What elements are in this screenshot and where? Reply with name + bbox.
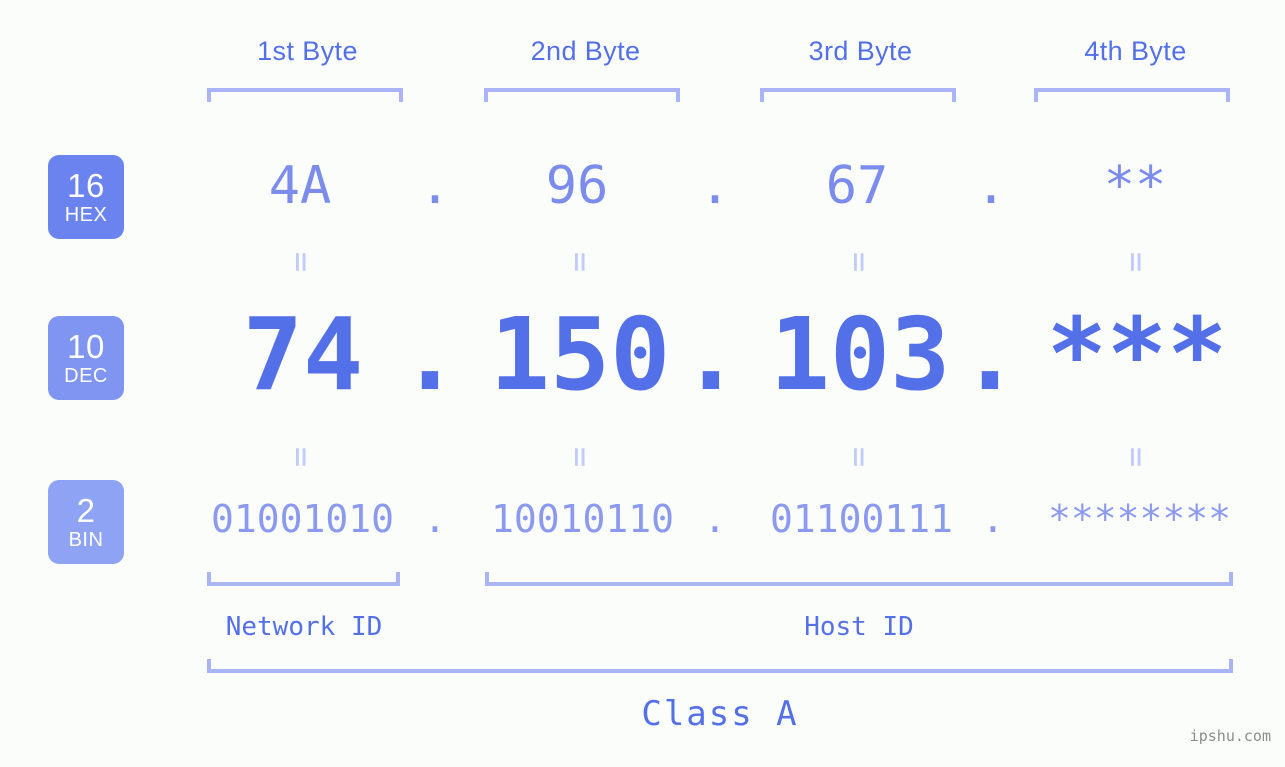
equals-dec-bin-2: = bbox=[560, 446, 600, 468]
equals-dec-bin-1: = bbox=[281, 446, 321, 468]
hex-separator-1: . bbox=[419, 156, 451, 216]
bin-byte-3: 01100111 bbox=[769, 497, 954, 541]
hex-byte-3: 67 bbox=[825, 156, 889, 216]
bin-byte-2: 10010110 bbox=[490, 497, 675, 541]
byte-bracket-2 bbox=[484, 88, 680, 102]
bin-byte-4: ******** bbox=[1047, 497, 1232, 541]
byte-bracket-3 bbox=[760, 88, 956, 102]
hex-byte-2: 96 bbox=[545, 156, 609, 216]
dec-byte-2: 150 bbox=[489, 296, 671, 413]
equals-hex-dec-3: = bbox=[839, 251, 879, 273]
byte-header-1: 1st Byte bbox=[257, 36, 358, 66]
network-id-label: Network ID bbox=[225, 612, 383, 642]
dec-separator-1: . bbox=[399, 296, 461, 413]
equals-dec-bin-3: = bbox=[839, 446, 879, 468]
bin-separator-2: . bbox=[703, 497, 727, 541]
bin-byte-1: 01001010 bbox=[210, 497, 395, 541]
dec-byte-4: *** bbox=[1046, 296, 1228, 413]
equals-hex-dec-4: = bbox=[1116, 251, 1156, 273]
dec-row: 74 . 150 . 103 . *** bbox=[0, 305, 1285, 420]
equals-dec-bin-4: = bbox=[1116, 446, 1156, 468]
hex-row: 4A . 96 . 67 . ** bbox=[0, 160, 1285, 220]
equals-hex-dec-2: = bbox=[560, 251, 600, 273]
class-bracket bbox=[207, 659, 1233, 673]
hex-separator-2: . bbox=[699, 156, 731, 216]
dec-byte-3: 103 bbox=[769, 296, 951, 413]
site-watermark: ipshu.com bbox=[1189, 727, 1271, 745]
network-id-bracket bbox=[207, 572, 400, 586]
bin-separator-1: . bbox=[423, 497, 447, 541]
hex-separator-3: . bbox=[975, 156, 1007, 216]
equals-hex-dec-1: = bbox=[281, 251, 321, 273]
bin-row: 01001010 . 10010110 . 01100111 . *******… bbox=[0, 500, 1285, 545]
byte-header-2: 2nd Byte bbox=[530, 36, 641, 66]
hex-byte-4: ** bbox=[1103, 156, 1167, 216]
dec-byte-1: 74 bbox=[242, 296, 364, 413]
byte-bracket-4 bbox=[1034, 88, 1230, 102]
host-id-label: Host ID bbox=[804, 612, 914, 642]
byte-header-3: 3rd Byte bbox=[808, 36, 913, 66]
class-label: Class A bbox=[641, 694, 799, 734]
byte-header-4: 4th Byte bbox=[1084, 36, 1187, 66]
dec-separator-3: . bbox=[959, 296, 1021, 413]
hex-byte-1: 4A bbox=[268, 156, 332, 216]
bin-separator-3: . bbox=[981, 497, 1005, 541]
dec-separator-2: . bbox=[680, 296, 742, 413]
byte-bracket-1 bbox=[207, 88, 403, 102]
host-id-bracket bbox=[485, 572, 1233, 586]
ip-breakdown-diagram: 1st Byte 2nd Byte 3rd Byte 4th Byte 16 H… bbox=[0, 0, 1285, 767]
